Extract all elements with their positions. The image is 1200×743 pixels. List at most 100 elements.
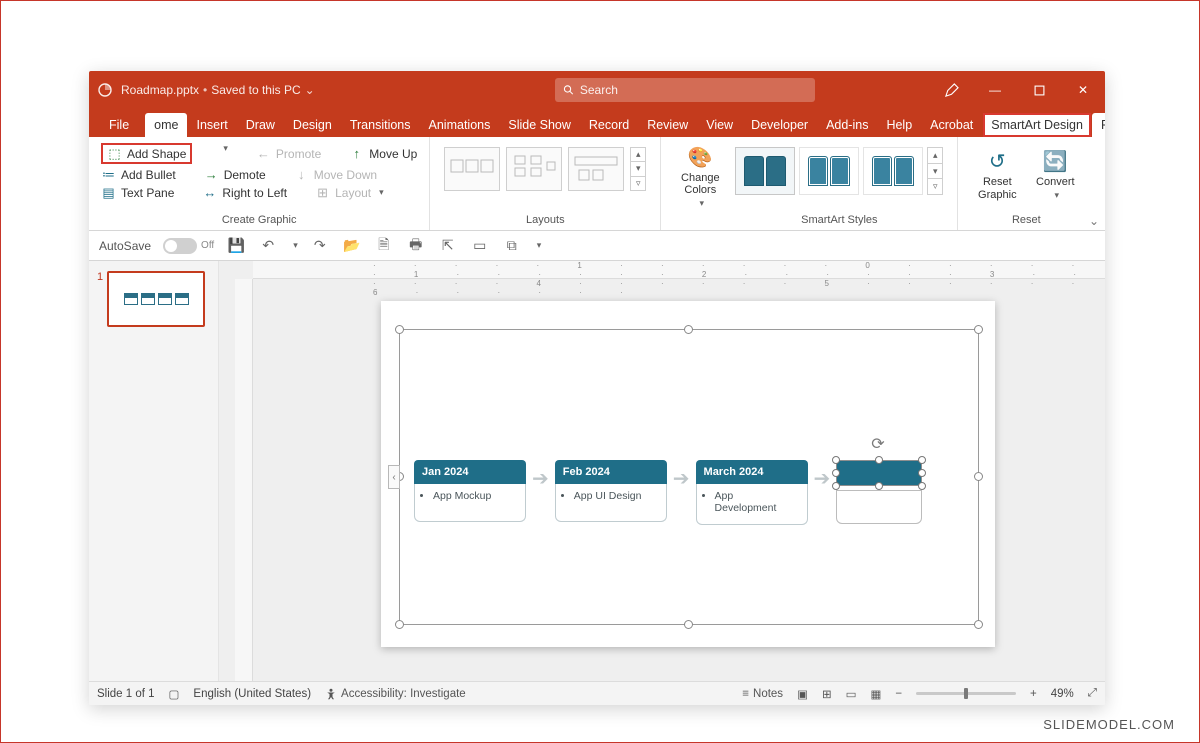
fit-to-window-icon[interactable]: ⤢ [1088, 687, 1097, 700]
slideshow-view-icon[interactable]: ▦ [870, 687, 881, 701]
zoom-in-button[interactable]: + [1030, 688, 1037, 700]
tab-help[interactable]: Help [877, 113, 921, 137]
slide-indicator[interactable]: Slide 1 of 1 [97, 688, 155, 700]
style-option[interactable] [735, 147, 795, 195]
reading-view-icon[interactable]: ▭ [846, 687, 857, 701]
demote-button[interactable]: →Demote [204, 167, 266, 182]
sorter-view-icon[interactable]: ⊞ [822, 687, 832, 701]
close-button[interactable]: ✕ [1061, 71, 1105, 109]
pen-icon[interactable] [929, 71, 973, 109]
tab-animations[interactable]: Animations [420, 113, 500, 137]
resize-handle[interactable] [974, 472, 983, 481]
style-option[interactable] [863, 147, 923, 195]
tab-developer[interactable]: Developer [742, 113, 817, 137]
notes-button[interactable]: ≡ Notes [742, 688, 783, 700]
search-input[interactable] [580, 83, 807, 97]
print-icon[interactable]: 🖶 [406, 236, 426, 256]
resize-handle[interactable] [684, 325, 693, 334]
layout-option[interactable] [506, 147, 562, 191]
tab-review[interactable]: Review [638, 113, 697, 137]
smartart-roadmap[interactable]: Jan 2024 App Mockup ➔ Feb 2024 App UI De… [414, 460, 922, 525]
slide-canvas[interactable]: · · · · · · 6 · · · · · · 5 · · · · · · … [219, 261, 1105, 681]
tab-view[interactable]: View [697, 113, 742, 137]
move-down-button: ↓Move Down [294, 167, 377, 182]
language-indicator[interactable]: English (United States) [193, 688, 311, 700]
convert-button[interactable]: 🔄Convert▾ [1028, 145, 1082, 205]
resize-handle[interactable] [918, 456, 926, 464]
tab-record[interactable]: Record [580, 113, 638, 137]
layout-option[interactable] [568, 147, 624, 191]
roadmap-step[interactable]: March 2024 App Development [696, 460, 808, 525]
titlebar: Roadmap.pptx • Saved to this PC ⌄ ― ✕ [89, 71, 1105, 109]
slide-thumbnail[interactable] [107, 271, 205, 327]
tab-design[interactable]: Design [284, 113, 341, 137]
resize-handle[interactable] [918, 482, 926, 490]
tab-home[interactable]: ome [145, 113, 187, 137]
resize-handle[interactable] [974, 325, 983, 334]
style-option[interactable] [799, 147, 859, 195]
autosave-toggle[interactable] [163, 238, 197, 254]
save-icon[interactable]: 💾 [226, 236, 246, 256]
watermark: SLIDEMODEL.COM [1043, 717, 1175, 732]
smartart-selection-frame[interactable]: ‹ Jan 2024 App Mockup ➔ Feb 2024 App UI … [399, 329, 979, 625]
layout-option[interactable] [444, 147, 500, 191]
minimize-button[interactable]: ― [973, 71, 1017, 109]
normal-view-icon[interactable]: ▣ [797, 687, 808, 701]
tab-slideshow[interactable]: Slide Show [499, 113, 580, 137]
text-pane-toggle[interactable]: ‹ [388, 465, 400, 489]
accessibility-button[interactable]: Accessibility: Investigate [325, 688, 466, 700]
resize-handle[interactable] [395, 325, 404, 334]
tab-addins[interactable]: Add-ins [817, 113, 877, 137]
styles-scrollbar[interactable]: ▴▾▿ [927, 147, 943, 195]
add-shape-dropdown[interactable]: ▾ [223, 143, 228, 164]
tab-file[interactable]: File [93, 113, 145, 137]
roadmap-step[interactable]: Jan 2024 App Mockup [414, 460, 526, 522]
layout-button: ⊞Layout▾ [315, 185, 384, 200]
group-layouts: ▴▾▿ Layouts [430, 137, 661, 230]
zoom-level[interactable]: 49% [1051, 688, 1074, 700]
layouts-scrollbar[interactable]: ▴▾▿ [630, 147, 646, 191]
resize-handle[interactable] [875, 482, 883, 490]
tab-draw[interactable]: Draw [237, 113, 284, 137]
undo-icon[interactable]: ↶ [258, 236, 278, 256]
resize-handle[interactable] [684, 620, 693, 629]
slides-icon[interactable]: ⧉ [502, 236, 522, 256]
arrow-icon: ➔ [814, 466, 831, 491]
tab-transitions[interactable]: Transitions [341, 113, 420, 137]
add-shape-button[interactable]: ⬚Add Shape [101, 143, 192, 164]
spellcheck-icon[interactable]: ▢ [169, 687, 180, 701]
redo-icon[interactable]: ↷ [310, 236, 330, 256]
maximize-button[interactable] [1017, 71, 1061, 109]
slide-thumbnails-panel[interactable]: 1 [89, 261, 219, 681]
resize-handle[interactable] [395, 620, 404, 629]
tab-format[interactable]: Format [1092, 113, 1105, 137]
text-pane-button[interactable]: ▤Text Pane [101, 185, 174, 200]
search-icon [563, 84, 574, 96]
rtl-button[interactable]: ↔Right to Left [202, 185, 287, 200]
zoom-out-button[interactable]: − [895, 688, 902, 700]
resize-handle[interactable] [974, 620, 983, 629]
export-icon[interactable]: ⇱ [438, 236, 458, 256]
move-up-button[interactable]: ↑Move Up [349, 143, 417, 164]
resize-handle[interactable] [918, 469, 926, 477]
roadmap-step[interactable]: Feb 2024 App UI Design [555, 460, 667, 522]
collapse-ribbon-icon[interactable]: ⌄ [1089, 214, 1099, 228]
resize-handle[interactable] [832, 482, 840, 490]
open-icon[interactable]: 📂 [342, 236, 362, 256]
change-colors-button[interactable]: 🎨 Change Colors ▾ [673, 141, 727, 213]
start-icon[interactable]: ▭ [470, 236, 490, 256]
roadmap-new-shape-selected[interactable]: ⟳ [836, 460, 922, 524]
tab-acrobat[interactable]: Acrobat [921, 113, 982, 137]
rotate-handle[interactable]: ⟳ [871, 434, 887, 450]
tab-smartart-design[interactable]: SmartArt Design [983, 113, 1091, 137]
new-icon[interactable]: 🗎 [374, 236, 394, 256]
accessibility-icon [325, 688, 337, 700]
arrow-left-icon: ← [256, 146, 271, 161]
save-status[interactable]: Saved to this PC [211, 83, 300, 97]
status-bar: Slide 1 of 1 ▢ English (United States) A… [89, 681, 1105, 705]
reset-graphic-button[interactable]: ↺Reset Graphic [970, 145, 1024, 205]
add-bullet-button[interactable]: ≔Add Bullet [101, 167, 176, 182]
zoom-slider[interactable] [916, 692, 1016, 695]
tab-insert[interactable]: Insert [187, 113, 236, 137]
search-box[interactable] [555, 78, 815, 102]
